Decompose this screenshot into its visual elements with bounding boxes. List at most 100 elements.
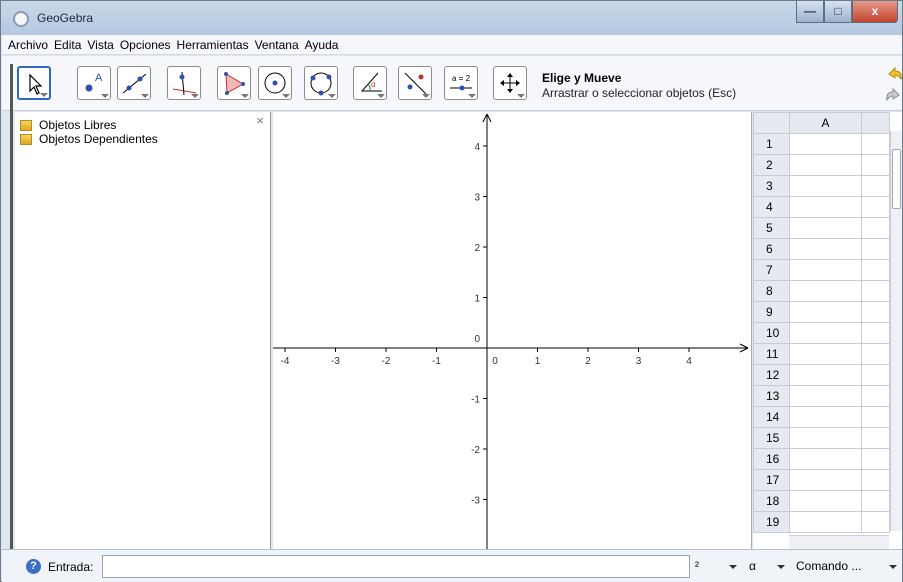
cell-a8[interactable] (789, 280, 862, 302)
menu-vista[interactable]: Vista (87, 38, 113, 52)
tool-move-graphics[interactable] (493, 66, 527, 100)
menu-archivo[interactable]: Archivo (8, 38, 48, 52)
cell-b4[interactable] (861, 196, 890, 218)
cell-b13[interactable] (861, 385, 890, 407)
cell-a13[interactable] (789, 385, 862, 407)
superscript-dropdown[interactable]: ² (695, 555, 741, 578)
menu-ayuda[interactable]: Ayuda (305, 38, 339, 52)
cell-b19[interactable] (861, 511, 890, 533)
cell-a18[interactable] (789, 490, 862, 512)
vertical-scroll-thumb[interactable] (892, 149, 901, 209)
cell-b9[interactable] (861, 301, 890, 323)
cell-a3[interactable] (789, 175, 862, 197)
row-header[interactable]: 5 (753, 217, 790, 239)
cell-b2[interactable] (861, 154, 890, 176)
row-header[interactable]: 16 (753, 448, 790, 470)
corner-cell[interactable] (753, 112, 790, 134)
cell-a17[interactable] (789, 469, 862, 491)
row-header[interactable]: 2 (753, 154, 790, 176)
tool-point[interactable]: A (77, 66, 111, 100)
cell-a1[interactable] (789, 133, 862, 155)
cell-b5[interactable] (861, 217, 890, 239)
cell-b12[interactable] (861, 364, 890, 386)
column-header-a[interactable]: A (789, 112, 862, 134)
tree-item-free-objects[interactable]: Objetos Libres (20, 118, 270, 132)
row-header[interactable]: 8 (753, 280, 790, 302)
cell-a10[interactable] (789, 322, 862, 344)
cell-a12[interactable] (789, 364, 862, 386)
cell-a11[interactable] (789, 343, 862, 365)
cell-a6[interactable] (789, 238, 862, 260)
folder-icon (20, 119, 32, 131)
cell-a4[interactable] (789, 196, 862, 218)
cell-a2[interactable] (789, 154, 862, 176)
axes-canvas[interactable]: -4 -3 -2 -1 0 1 2 3 4 4 3 2 1 0 -1 -2 -3 (273, 112, 752, 549)
row-header[interactable]: 10 (753, 322, 790, 344)
row-header[interactable]: 4 (753, 196, 790, 218)
vertical-scrollbar[interactable] (890, 131, 902, 531)
redo-icon[interactable] (885, 86, 903, 104)
command-dropdown[interactable]: Comando ... (796, 555, 901, 578)
cell-b11[interactable] (861, 343, 890, 365)
row-header[interactable]: 13 (753, 385, 790, 407)
row-header[interactable]: 7 (753, 259, 790, 281)
close-button[interactable]: x (852, 1, 898, 23)
tool-circle-center[interactable] (258, 66, 292, 100)
cell-b6[interactable] (861, 238, 890, 260)
cell-a9[interactable] (789, 301, 862, 323)
tool-angle[interactable]: α (353, 66, 387, 100)
row-header[interactable]: 19 (753, 511, 790, 533)
greek-letter-dropdown[interactable]: α (749, 555, 789, 578)
cell-b18[interactable] (861, 490, 890, 512)
graphics-view[interactable]: -4 -3 -2 -1 0 1 2 3 4 4 3 2 1 0 -1 -2 -3 (273, 112, 752, 549)
cell-a15[interactable] (789, 427, 862, 449)
title-bar[interactable]: GeoGebra — □ x (1, 1, 902, 35)
cell-b16[interactable] (861, 448, 890, 470)
menu-opciones[interactable]: Opciones (120, 38, 171, 52)
maximize-button[interactable]: □ (824, 1, 852, 23)
row-header[interactable]: 15 (753, 427, 790, 449)
row-header[interactable]: 14 (753, 406, 790, 428)
menu-ventana[interactable]: Ventana (255, 38, 299, 52)
cell-b10[interactable] (861, 322, 890, 344)
tool-circle-three-points[interactable] (304, 66, 338, 100)
cell-b3[interactable] (861, 175, 890, 197)
tool-reflect[interactable] (398, 66, 432, 100)
cell-a19[interactable] (789, 511, 862, 533)
row-header[interactable]: 1 (753, 133, 790, 155)
minimize-button[interactable]: — (796, 1, 824, 23)
horizontal-scrollbar[interactable] (789, 535, 889, 549)
cell-b8[interactable] (861, 280, 890, 302)
close-algebra-view-icon[interactable]: × (256, 113, 264, 128)
tool-line[interactable] (117, 66, 151, 100)
row-header[interactable]: 6 (753, 238, 790, 260)
point-icon: A (85, 72, 103, 92)
cell-b17[interactable] (861, 469, 890, 491)
tool-perpendicular[interactable] (167, 66, 201, 100)
tool-slider[interactable]: a = 2 (444, 66, 478, 100)
tree-item-dependent-objects[interactable]: Objetos Dependientes (20, 132, 270, 146)
row-header[interactable]: 9 (753, 301, 790, 323)
x-tick-label: -4 (281, 356, 290, 367)
input-help-icon[interactable]: ? (26, 559, 41, 574)
column-header-b[interactable] (861, 112, 890, 134)
row-header[interactable]: 11 (753, 343, 790, 365)
cell-b14[interactable] (861, 406, 890, 428)
tool-move[interactable] (17, 66, 51, 100)
row-header[interactable]: 17 (753, 469, 790, 491)
cell-a5[interactable] (789, 217, 862, 239)
cell-b15[interactable] (861, 427, 890, 449)
cell-a16[interactable] (789, 448, 862, 470)
row-header[interactable]: 18 (753, 490, 790, 512)
cell-b1[interactable] (861, 133, 890, 155)
row-header[interactable]: 12 (753, 364, 790, 386)
tool-polygon[interactable] (217, 66, 251, 100)
cell-a7[interactable] (789, 259, 862, 281)
input-field[interactable] (102, 555, 690, 578)
undo-icon[interactable] (885, 65, 903, 83)
menu-herramientas[interactable]: Herramientas (177, 38, 249, 52)
row-header[interactable]: 3 (753, 175, 790, 197)
menu-edita[interactable]: Edita (54, 38, 81, 52)
cell-b7[interactable] (861, 259, 890, 281)
cell-a14[interactable] (789, 406, 862, 428)
